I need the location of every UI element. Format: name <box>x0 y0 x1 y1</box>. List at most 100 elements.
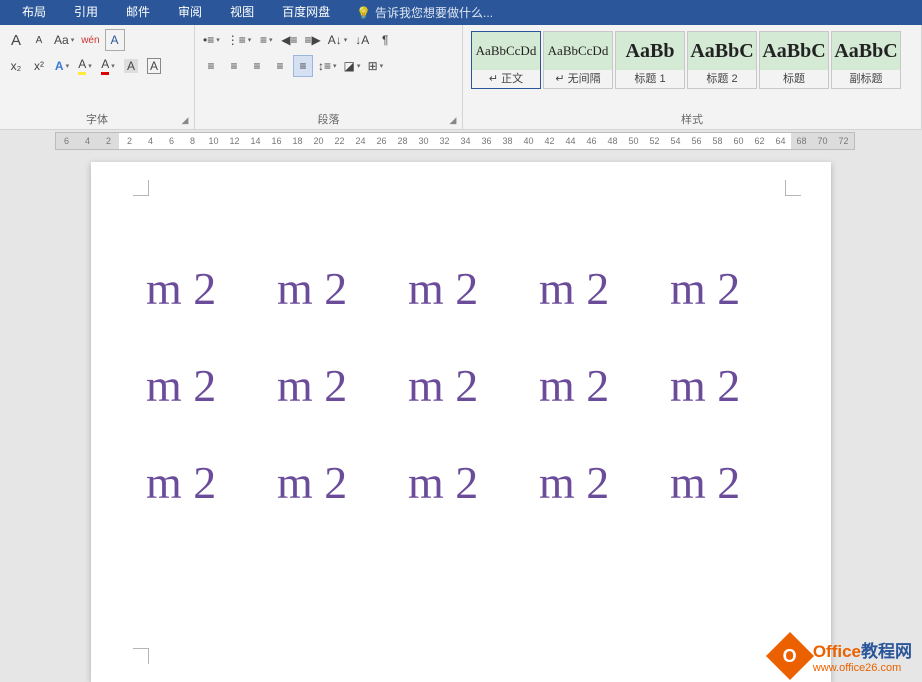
align-distribute-button[interactable]: ≡ <box>293 55 313 77</box>
borders-button[interactable]: ⊞▾ <box>365 55 385 77</box>
align-right-button[interactable]: ≡ <box>247 55 267 77</box>
text-cell[interactable]: m 2 <box>408 456 529 509</box>
ruler-tick: 50 <box>623 136 644 146</box>
shading-button[interactable]: ◪▾ <box>342 55 363 77</box>
tab-layout[interactable]: 布局 <box>8 0 60 25</box>
text-cell[interactable]: m 2 <box>277 262 398 315</box>
style-nospacing[interactable]: AaBbCcDd ↵ 无间隔 <box>543 31 613 89</box>
document-area: m 2m 2m 2m 2m 2m 2m 2m 2m 2m 2m 2m 2m 2m… <box>0 152 922 682</box>
text-cell[interactable]: m 2 <box>146 262 267 315</box>
font-dialog-launcher[interactable]: ◢ <box>179 114 191 126</box>
group-label-paragraph: 段落 <box>195 111 462 127</box>
ruler-tick: 54 <box>665 136 686 146</box>
ruler-area: 642 246810121416182022242628303234363840… <box>0 130 922 152</box>
phonetic-guide-button[interactable]: wén <box>79 29 101 51</box>
ruler-tick: 62 <box>749 136 770 146</box>
group-font: A A Aa▾ wén A x₂ x² A▾ A▾ A▾ A A 字体 ◢ <box>0 25 195 129</box>
text-cell[interactable]: m 2 <box>277 456 398 509</box>
text-cell[interactable]: m 2 <box>277 359 398 412</box>
group-paragraph: •≡▾ ⋮≡▾ ≡▾ ◀≡ ≡▶ A↓▾ ↓A ¶ ≡ ≡ ≡ ≡ ≡ ↕≡▾ … <box>195 25 463 129</box>
text-cell[interactable]: m 2 <box>408 262 529 315</box>
ruler-tick: 8 <box>182 136 203 146</box>
ruler-tick: 26 <box>371 136 392 146</box>
group-label-styles: 样式 <box>463 111 921 127</box>
tab-baidu[interactable]: 百度网盘 <box>268 0 344 25</box>
show-marks-button[interactable]: ¶ <box>375 29 395 51</box>
margin-corner-icon <box>785 180 801 196</box>
style-preview: AaBb <box>616 32 684 70</box>
change-case-button[interactable]: Aa▾ <box>52 29 76 51</box>
numbering-button[interactable]: ⋮≡▾ <box>225 29 254 51</box>
style-heading2[interactable]: AaBbC 标题 2 <box>687 31 757 89</box>
text-cell[interactable]: m 2 <box>408 359 529 412</box>
tab-mailings[interactable]: 邮件 <box>112 0 164 25</box>
ruler-tick: 38 <box>497 136 518 146</box>
char-shading-button[interactable]: A <box>121 55 141 77</box>
align-justify-button[interactable]: ≡ <box>270 55 290 77</box>
ruler-tick: 4 <box>140 136 161 146</box>
clear-formatting-button[interactable]: A <box>105 29 125 51</box>
text-cell[interactable]: m 2 <box>670 456 791 509</box>
margin-corner-icon <box>133 180 149 196</box>
style-title[interactable]: AaBbC 标题 <box>759 31 829 89</box>
text-cell[interactable]: m 2 <box>146 359 267 412</box>
font-color-button[interactable]: A▾ <box>98 55 118 77</box>
ruler-tick: 36 <box>476 136 497 146</box>
decrease-indent-button[interactable]: ◀≡ <box>279 29 299 51</box>
multilevel-list-button[interactable]: ≡▾ <box>256 29 276 51</box>
style-heading1[interactable]: AaBb 标题 1 <box>615 31 685 89</box>
tell-me-search[interactable]: 💡 告诉我您想要做什么... <box>356 4 493 21</box>
style-preview: AaBbCcDd <box>472 32 540 70</box>
text-cell[interactable]: m 2 <box>539 359 660 412</box>
ruler-right-margin: 687072 <box>791 133 854 149</box>
highlight-button[interactable]: A▾ <box>75 55 95 77</box>
text-cell[interactable]: m 2 <box>539 456 660 509</box>
ribbon: A A Aa▾ wén A x₂ x² A▾ A▾ A▾ A A 字体 ◢ •≡… <box>0 25 922 130</box>
ruler-tick: 64 <box>770 136 791 146</box>
page[interactable]: m 2m 2m 2m 2m 2m 2m 2m 2m 2m 2m 2m 2m 2m… <box>91 162 831 682</box>
tab-view[interactable]: 视图 <box>216 0 268 25</box>
text-cell[interactable]: m 2 <box>539 262 660 315</box>
style-preview: AaBbC <box>832 32 900 70</box>
ruler-tick: 46 <box>581 136 602 146</box>
superscript-button[interactable]: x² <box>29 55 49 77</box>
ruler-tick: 2 <box>119 136 140 146</box>
margin-corner-icon <box>133 648 149 664</box>
text-cell[interactable]: m 2 <box>670 359 791 412</box>
horizontal-ruler[interactable]: 642 246810121416182022242628303234363840… <box>55 132 855 150</box>
grow-font-button[interactable]: A <box>6 29 26 51</box>
watermark: O Office教程网 www.office26.com <box>773 637 912 674</box>
group-label-font: 字体 <box>0 111 194 127</box>
style-subtitle[interactable]: AaBbC 副标题 <box>831 31 901 89</box>
char-border-button[interactable]: A <box>144 55 164 77</box>
ruler-tick: 30 <box>413 136 434 146</box>
ruler-tick: 18 <box>287 136 308 146</box>
shrink-font-button[interactable]: A <box>29 29 49 51</box>
ruler-tick: 20 <box>308 136 329 146</box>
text-cell[interactable]: m 2 <box>670 262 791 315</box>
style-name: ↵ 正文 <box>472 70 540 88</box>
sort-button[interactable]: ↓A <box>352 29 372 51</box>
tab-references[interactable]: 引用 <box>60 0 112 25</box>
ruler-body: 2468101214161820222426283032343638404244… <box>119 136 791 146</box>
lightbulb-icon: 💡 <box>356 6 371 20</box>
style-name: 副标题 <box>832 70 900 88</box>
menu-bar: 布局 引用 邮件 审阅 视图 百度网盘 💡 告诉我您想要做什么... <box>0 0 922 25</box>
text-effects-button[interactable]: A▾ <box>52 55 72 77</box>
line-spacing-button[interactable]: ↕≡▾ <box>316 55 339 77</box>
tab-review[interactable]: 审阅 <box>164 0 216 25</box>
increase-indent-button[interactable]: ≡▶ <box>302 29 322 51</box>
subscript-button[interactable]: x₂ <box>6 55 26 77</box>
ruler-tick: 48 <box>602 136 623 146</box>
asian-layout-button[interactable]: A↓▾ <box>326 29 350 51</box>
text-cell[interactable]: m 2 <box>146 456 267 509</box>
style-preview: AaBbCcDd <box>544 32 612 70</box>
style-normal[interactable]: AaBbCcDd ↵ 正文 <box>471 31 541 89</box>
align-left-button[interactable]: ≡ <box>201 55 221 77</box>
style-name: 标题 1 <box>616 70 684 88</box>
ruler-tick: 22 <box>329 136 350 146</box>
bullets-button[interactable]: •≡▾ <box>201 29 222 51</box>
align-center-button[interactable]: ≡ <box>224 55 244 77</box>
paragraph-dialog-launcher[interactable]: ◢ <box>447 114 459 126</box>
tell-me-placeholder: 告诉我您想要做什么... <box>375 4 493 21</box>
